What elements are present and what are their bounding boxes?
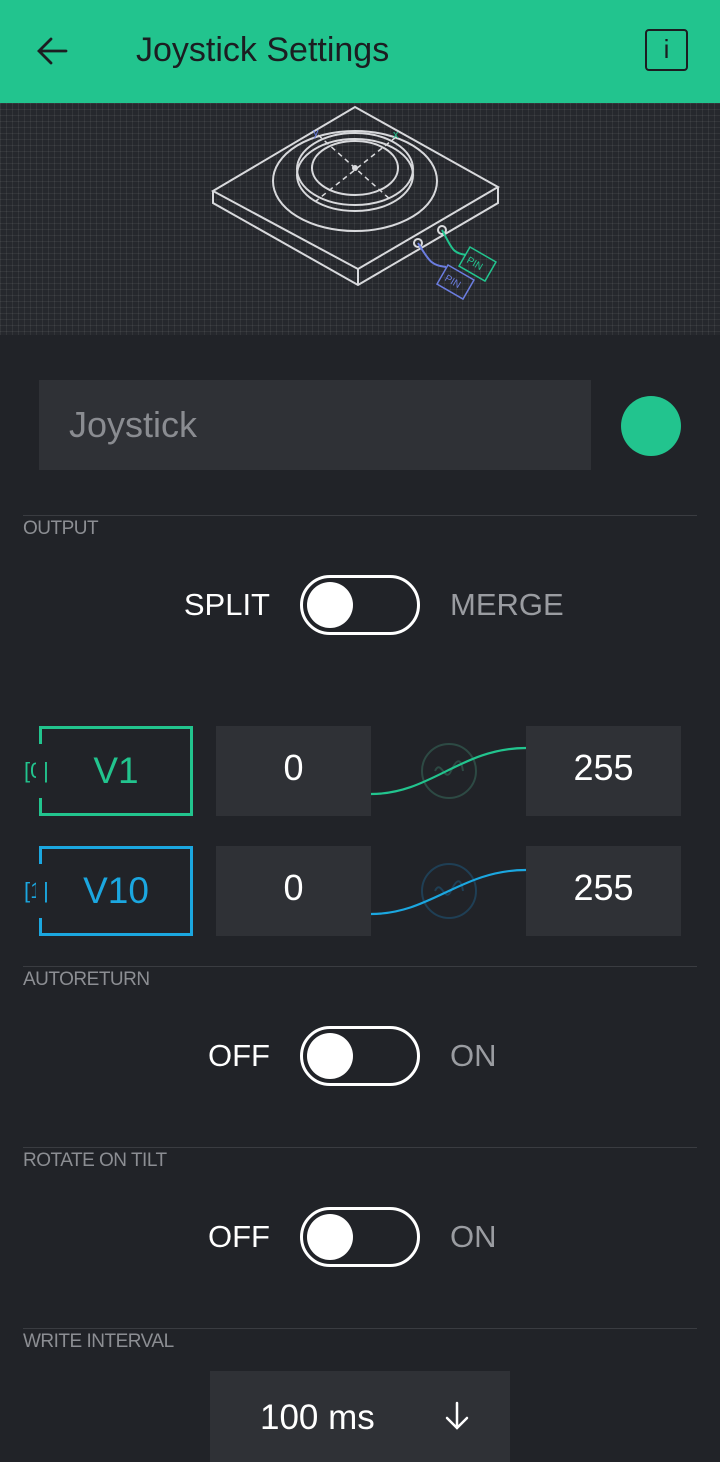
divider (23, 1147, 697, 1148)
mapping-curve-icon (371, 863, 526, 919)
rotate-on-tilt-switch[interactable] (300, 1207, 420, 1267)
autoreturn-toggle-row: OFF ON (0, 1026, 720, 1086)
section-label-rotate: ROTATE ON TILT (23, 1150, 167, 1171)
arrow-left-icon (37, 37, 68, 65)
color-picker-button[interactable] (621, 396, 681, 456)
divider (23, 515, 697, 516)
min-value-input[interactable]: 0 (216, 726, 371, 816)
joystick-diagram: y x PIN PIN (210, 105, 501, 301)
pin-row-1: [1] V10 0 255 (0, 846, 720, 936)
pin-row-0: [0] V1 0 255 (0, 726, 720, 816)
autoreturn-switch[interactable] (300, 1026, 420, 1086)
split-label: SPLIT (183, 587, 270, 622)
widget-name-input[interactable] (39, 380, 591, 470)
pin-select-button[interactable]: V1 (36, 726, 193, 816)
off-label: OFF (208, 1038, 270, 1073)
arrow-down-icon (445, 1401, 469, 1430)
pin-select-button[interactable]: V10 (36, 846, 193, 936)
divider (23, 966, 697, 967)
write-interval-dropdown[interactable]: 100 ms (210, 1371, 510, 1462)
info-button[interactable]: i (645, 29, 688, 71)
max-value-input[interactable]: 255 (526, 846, 681, 936)
app-header: Joystick Settings i (0, 0, 720, 103)
off-label: OFF (208, 1219, 270, 1254)
mapping-curve-icon (371, 743, 526, 799)
min-value-input[interactable]: 0 (216, 846, 371, 936)
rotate-toggle-row: OFF ON (0, 1207, 720, 1267)
switch-knob (307, 1214, 353, 1260)
widget-illustration: y x PIN PIN (0, 103, 720, 335)
on-label: ON (450, 1038, 497, 1073)
page-title: Joystick Settings (136, 31, 390, 69)
switch-knob (307, 1033, 353, 1079)
write-interval-value: 100 ms (260, 1398, 375, 1437)
section-label-write-interval: WRITE INTERVAL (23, 1331, 174, 1352)
output-toggle-row: SPLIT MERGE (0, 575, 720, 635)
back-button[interactable] (30, 28, 76, 74)
divider (23, 1328, 697, 1329)
merge-label: MERGE (450, 587, 564, 622)
output-mode-switch[interactable] (300, 575, 420, 635)
switch-knob (307, 582, 353, 628)
pin-label: V10 (83, 870, 149, 911)
max-value-input[interactable]: 255 (526, 726, 681, 816)
y-axis-label: y (313, 127, 319, 139)
section-label-autoreturn: AUTORETURN (23, 969, 150, 990)
section-label-output: OUTPUT (23, 518, 99, 539)
pin-label: V1 (93, 750, 139, 791)
x-axis-label: x (393, 129, 399, 141)
on-label: ON (450, 1219, 497, 1254)
info-icon: i (663, 34, 670, 64)
